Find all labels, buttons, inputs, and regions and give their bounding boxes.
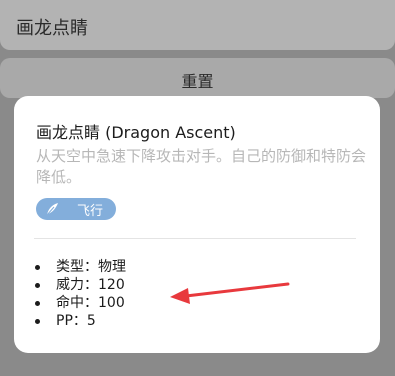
stat-accuracy: 命中：100: [34, 294, 126, 312]
stat-category: 类型：物理: [34, 258, 126, 276]
move-detail-card: 画龙点睛 (Dragon Ascent) 从天空中急速下降攻击对手。自己的防御和…: [14, 96, 380, 353]
stat-pp: PP：5: [34, 312, 126, 330]
feather-icon: [45, 202, 59, 216]
move-stats-list: 类型：物理 威力：120 命中：100 PP：5: [34, 258, 126, 330]
search-input-value: 画龙点睛: [16, 18, 88, 39]
search-input-background[interactable]: 画龙点睛: [0, 0, 395, 50]
type-badge[interactable]: 飞行: [36, 198, 116, 220]
move-title: 画龙点睛 (Dragon Ascent): [36, 123, 236, 142]
stat-power: 威力：120: [34, 276, 126, 294]
type-badge-label: 飞行: [77, 203, 104, 219]
divider: [34, 238, 356, 239]
reset-button-label: 重置: [181, 72, 214, 91]
move-description: 从天空中急速下降攻击对手。自己的防御和特防会降低。: [36, 147, 367, 186]
reset-button[interactable]: 重置: [0, 58, 395, 98]
